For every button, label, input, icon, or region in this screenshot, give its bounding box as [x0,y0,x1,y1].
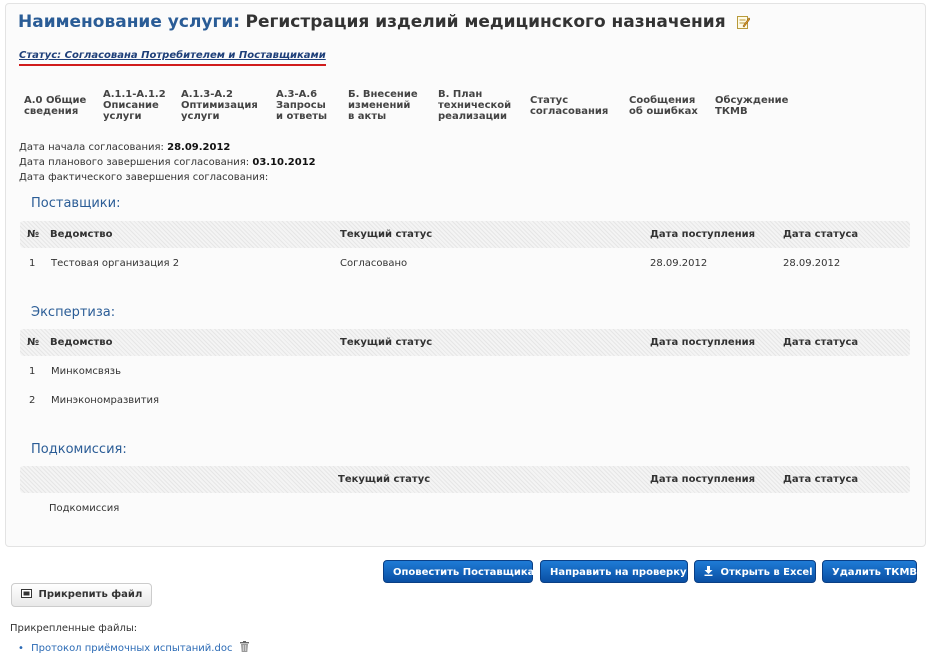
open-in-excel-button[interactable]: Открыть в Excel [694,560,816,583]
tab-service-optimization[interactable]: А.1.3-А.2 Оптимизация услуги [181,89,258,122]
subcommission-row: Подкомиссия [49,503,120,514]
tab-line: Описание [103,100,159,111]
tab-line: реализации [438,111,508,122]
column-current-status: Текущий статус [340,229,433,240]
tab-service-description[interactable]: А.1.1-А.1.2 Описание услуги [103,89,166,122]
row-received-date: 28.09.2012 [650,258,708,269]
row-number: 2 [29,395,36,406]
approval-start-date: Дата начала согласования: 28.09.2012 [19,142,230,153]
row-status: Согласовано [340,258,408,269]
approval-status: Статус: Согласована Потребителем и Поста… [19,50,326,66]
approval-planned-end-date: Дата планового завершения согласования: … [19,157,316,168]
tab-line: технической [438,100,512,111]
tab-line: и ответы [276,111,328,122]
tab-line: об ошибках [629,106,698,117]
column-department: Ведомство [50,337,113,348]
column-received-date: Дата поступления [650,229,756,240]
download-icon [704,566,720,578]
row-department: Тестовая организация 2 [51,258,180,269]
subcommission-section-title: Подкомиссия: [31,442,127,457]
date-label: Дата фактического завершения согласовани… [19,172,269,183]
column-received-date: Дата поступления [650,474,756,485]
bullet-icon: • [18,643,24,654]
service-title-label: Наименование услуги: [18,12,241,32]
column-number: № [27,229,40,240]
row-department: Минэкономразвития [51,395,160,406]
subcommission-table-header: Текущий статус Дата поступления Дата ста… [20,466,910,493]
service-title-value: Регистрация изделий медицинского назначе… [245,12,726,32]
column-department: Ведомство [50,229,113,240]
column-current-status: Текущий статус [338,474,431,485]
date-label: Дата начала согласования: [19,142,164,153]
tab-line: А.1.3-А.2 [181,89,233,100]
tab-tkmv-discussion[interactable]: Обсуждение ТКМВ [715,95,788,117]
attached-file-item: • Протокол приёмочных испытаний.doc [18,641,249,654]
tab-line: Сообщения [629,95,696,106]
tab-approval-status[interactable]: Статус согласования [530,95,608,117]
edit-icon[interactable] [737,14,751,34]
tab-line: А.1.1-А.1.2 [103,89,166,100]
tab-error-messages[interactable]: Сообщения об ошибках [629,95,698,117]
tab-line: А.0 Общие [24,95,87,106]
tab-line: сведения [24,106,79,117]
tab-line: согласования [530,106,609,117]
suppliers-section-title: Поставщики: [31,196,121,211]
expertise-section-title: Экспертиза: [31,305,116,320]
date-value: 03.10.2012 [252,157,316,168]
attached-file-link[interactable]: Протокол приёмочных испытаний.doc [31,643,232,654]
date-value: 28.09.2012 [167,142,231,153]
column-number: № [27,337,40,348]
column-status-date: Дата статуса [783,474,859,485]
row-department: Минкомсвязь [51,366,121,377]
tab-line: в акты [348,111,387,122]
delete-tkmv-button[interactable]: Удалить ТКМВ [822,560,917,583]
column-status-date: Дата статуса [783,337,859,348]
approval-actual-end-date: Дата фактического завершения согласовани… [19,172,268,183]
send-for-review-button[interactable]: Направить на проверку [540,560,688,583]
attach-file-button[interactable]: Прикрепить файл [11,583,153,607]
tab-line: Статус [530,95,569,106]
attach-file-icon [21,589,38,600]
tab-line: Обсуждение [715,95,789,106]
row-number: 1 [29,366,36,377]
column-status-date: Дата статуса [783,229,859,240]
tab-line: Б. Внесение [348,89,418,100]
tab-technical-plan[interactable]: В. План технической реализации [438,89,511,122]
column-received-date: Дата поступления [650,337,756,348]
tab-line: А.3-А.6 [276,89,318,100]
notify-supplier-button[interactable]: Оповестить Поставщика [383,560,534,583]
attached-files-label: Прикрепленные файлы: [10,623,138,634]
date-label: Дата планового завершения согласования: [19,157,250,168]
tab-line: Оптимизация [181,100,258,111]
tab-line: В. План [438,89,483,100]
tab-line: услуги [181,111,220,122]
tab-line: ТКМВ [715,106,748,117]
row-status-date: 28.09.2012 [783,258,841,269]
expertise-table-header: № Ведомство Текущий статус Дата поступле… [20,329,910,356]
trash-icon[interactable] [236,641,249,654]
tab-line: Запросы [276,100,326,111]
suppliers-table-header: № Ведомство Текущий статус Дата поступле… [20,221,910,248]
tab-line: изменений [348,100,411,111]
tab-requests-answers[interactable]: А.3-А.6 Запросы и ответы [276,89,327,122]
tab-general-info[interactable]: А.0 Общие сведения [24,95,86,117]
column-current-status: Текущий статус [340,337,433,348]
row-number: 1 [29,258,36,269]
open-in-excel-label: Открыть в Excel [720,567,813,578]
attach-file-label: Прикрепить файл [38,589,143,600]
tab-line: услуги [103,111,142,122]
tab-act-changes[interactable]: Б. Внесение изменений в акты [348,89,418,122]
page-title: Наименование услуги: Регистрация изделий… [18,12,751,34]
